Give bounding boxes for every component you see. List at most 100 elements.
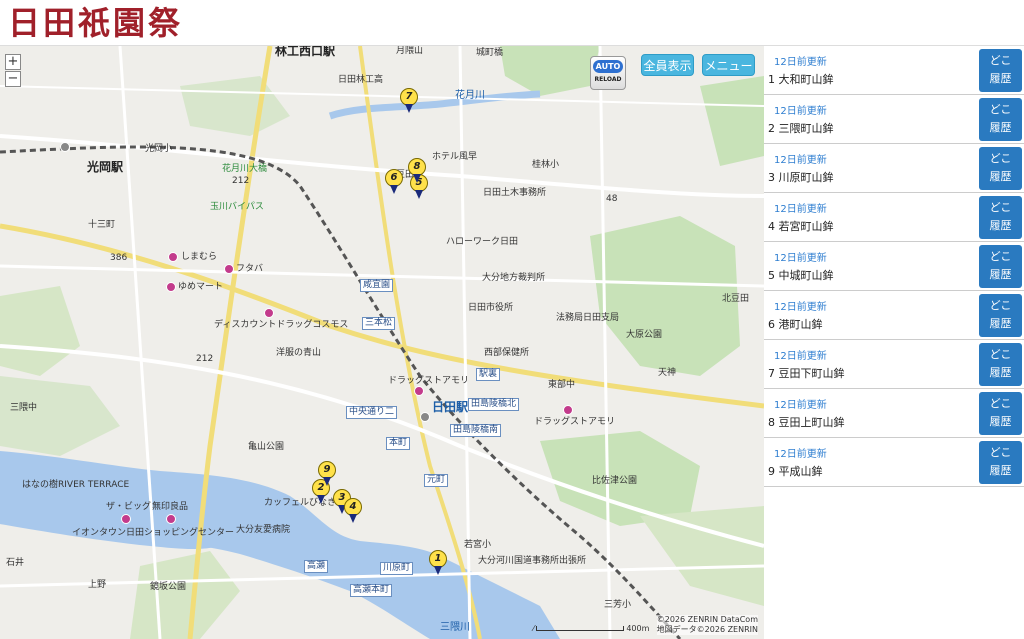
float-name: 1 大和町山鉾 bbox=[768, 73, 834, 86]
shop-poi-icon bbox=[121, 514, 131, 524]
map-label: 日田土木事務所 bbox=[483, 188, 547, 198]
map-label-stop: 田島陵橋南 bbox=[450, 424, 502, 437]
map-label: 石井 bbox=[6, 558, 25, 568]
map-label: 212 bbox=[196, 354, 214, 364]
float-marker-8[interactable]: 8 bbox=[408, 158, 426, 184]
scale-label: 400m bbox=[626, 624, 650, 633]
map-label: 光岡小 bbox=[145, 144, 173, 154]
float-marker-4[interactable]: 4 bbox=[344, 498, 362, 524]
locate-history-button[interactable]: どこ 履歴 bbox=[979, 245, 1022, 288]
map-label-stop: 元町 bbox=[424, 474, 449, 487]
map-label: 大分友愛病院 bbox=[236, 525, 291, 535]
zoom-out-button[interactable]: − bbox=[5, 71, 21, 87]
locate-history-button[interactable]: どこ 履歴 bbox=[979, 294, 1022, 337]
float-list-item: 12日前更新 8 豆田上町山鉾 どこ 履歴 bbox=[764, 389, 1024, 438]
map-label-stop: 高瀬本町 bbox=[350, 584, 393, 597]
map-view[interactable]: 林工西口駅 月隈山 城町橋 日田林工高 花月川 光岡駅 光岡小 花月川大橋 玉川… bbox=[0, 46, 764, 639]
shop-poi-icon bbox=[224, 264, 234, 274]
map-label: はなの樹RIVER TERRACE bbox=[22, 480, 130, 490]
float-list-item: 12日前更新 6 港町山鉾 どこ 履歴 bbox=[764, 291, 1024, 340]
map-label-station: 林工西口駅 bbox=[275, 46, 336, 58]
locate-label: どこ bbox=[989, 103, 1012, 116]
float-list-item: 12日前更新 9 平成山鉾 どこ 履歴 bbox=[764, 438, 1024, 487]
float-list-item: 12日前更新 4 若宮町山鉾 どこ履歴 bbox=[764, 193, 1024, 242]
map-label-stop: 中央通り二 bbox=[346, 406, 398, 419]
updated-label: 12日前更新 bbox=[774, 106, 827, 117]
shop-poi-icon bbox=[168, 252, 178, 262]
locate-history-button[interactable]: どこ 履歴 bbox=[979, 392, 1022, 435]
locate-history-button[interactable]: どこ 履歴 bbox=[979, 441, 1022, 484]
map-label-stop: 本町 bbox=[386, 437, 411, 450]
map-label: 大原公園 bbox=[626, 330, 663, 340]
map-label-river: 花月川 bbox=[455, 90, 485, 101]
map-label-stop: 三本松 bbox=[362, 317, 396, 330]
shop-poi-icon bbox=[166, 514, 176, 524]
station-poi-icon bbox=[60, 142, 70, 152]
float-marker-9[interactable]: 9 bbox=[318, 461, 336, 487]
map-label: 桂林小 bbox=[532, 160, 560, 170]
locate-label: どこ bbox=[989, 299, 1012, 312]
shop-poi-icon bbox=[264, 308, 274, 318]
shop-poi-icon bbox=[563, 405, 573, 415]
locate-history-button[interactable]: どこ 履歴 bbox=[979, 98, 1022, 141]
updated-label: 12日前更新 bbox=[774, 155, 827, 166]
history-label: 履歴 bbox=[989, 72, 1012, 85]
map-label: 大分河川国道事務所出張所 bbox=[478, 556, 587, 566]
zoom-control: + − bbox=[5, 54, 21, 88]
float-list-item: 12日前更新 1 大和町山鉾 どこ 履歴 bbox=[764, 46, 1024, 95]
map-label: 若宮小 bbox=[464, 540, 492, 550]
history-label: 履歴 bbox=[989, 170, 1012, 183]
map-label: 西部保健所 bbox=[484, 348, 530, 358]
map-label-stop: 高瀬 bbox=[304, 560, 329, 573]
map-label: 無印良品 bbox=[152, 502, 189, 512]
app-header: 日田祇園祭 bbox=[0, 0, 1024, 46]
locate-label: どこ bbox=[989, 201, 1012, 214]
map-label: 鏡坂公園 bbox=[150, 582, 187, 592]
map-label: ディスカウントドラッグコスモス bbox=[214, 320, 349, 330]
map-label-stop: 咸宜園 bbox=[360, 279, 394, 292]
float-name: 4 若宮町山鉾 bbox=[768, 220, 834, 233]
float-name: 6 港町山鉾 bbox=[768, 318, 823, 331]
map-label: 亀山公園 bbox=[248, 442, 285, 452]
shop-poi-icon bbox=[414, 386, 424, 396]
station-poi-icon bbox=[420, 412, 430, 422]
float-marker-1[interactable]: 1 bbox=[429, 550, 447, 576]
map-label-stop: 田島陵橋北 bbox=[468, 398, 520, 411]
float-marker-7[interactable]: 7 bbox=[400, 88, 418, 114]
map-label-stop: 駅裏 bbox=[476, 368, 501, 381]
map-label: 48 bbox=[606, 194, 618, 204]
updated-label: 12日前更新 bbox=[774, 204, 827, 215]
zoom-in-button[interactable]: + bbox=[5, 54, 21, 70]
map-label: 三隈中 bbox=[10, 403, 38, 413]
map-label: 法務局日田支局 bbox=[556, 313, 620, 323]
menu-button[interactable]: メニュー bbox=[702, 54, 755, 76]
map-label-station: 日田駅 bbox=[432, 400, 469, 414]
auto-reload-button[interactable]: AUTO RELOAD bbox=[590, 56, 626, 90]
locate-history-button[interactable]: どこ 履歴 bbox=[979, 49, 1022, 92]
history-label: 履歴 bbox=[989, 464, 1012, 477]
app-logo[interactable]: 日田祇園祭 bbox=[8, 2, 183, 44]
locate-history-button[interactable]: どこ 履歴 bbox=[979, 343, 1022, 386]
map-label: ドラッグストアモリ bbox=[534, 417, 616, 427]
show-all-button[interactable]: 全員表示 bbox=[641, 54, 694, 76]
float-list-item: 12日前更新 5 中城町山鉾 どこ 履歴 bbox=[764, 242, 1024, 291]
map-scale: ⁄ 400m bbox=[533, 624, 649, 633]
map-label-river: 三隈川 bbox=[440, 622, 470, 633]
updated-label: 12日前更新 bbox=[774, 351, 827, 362]
locate-history-button[interactable]: どこ 履歴 bbox=[979, 196, 1022, 239]
locate-label: どこ bbox=[989, 250, 1012, 263]
map-label: 十三町 bbox=[88, 220, 116, 230]
copyright-line: 地図データ©2026 ZENRIN bbox=[656, 625, 758, 634]
updated-label: 12日前更新 bbox=[774, 400, 827, 411]
history-label: 履歴 bbox=[989, 219, 1012, 232]
history-label: 履歴 bbox=[989, 121, 1012, 134]
map-label: 花月川大橋 bbox=[222, 164, 268, 174]
map-label: 比佐津公園 bbox=[592, 476, 638, 486]
float-name: 8 豆田上町山鉾 bbox=[768, 416, 845, 429]
locate-label: どこ bbox=[989, 348, 1012, 361]
locate-label: どこ bbox=[989, 152, 1012, 165]
map-label: ホテル風早 bbox=[432, 152, 478, 162]
locate-history-button[interactable]: どこ 履歴 bbox=[979, 147, 1022, 190]
map-label: 212 bbox=[232, 176, 250, 186]
float-marker-6[interactable]: 6 bbox=[385, 169, 403, 195]
